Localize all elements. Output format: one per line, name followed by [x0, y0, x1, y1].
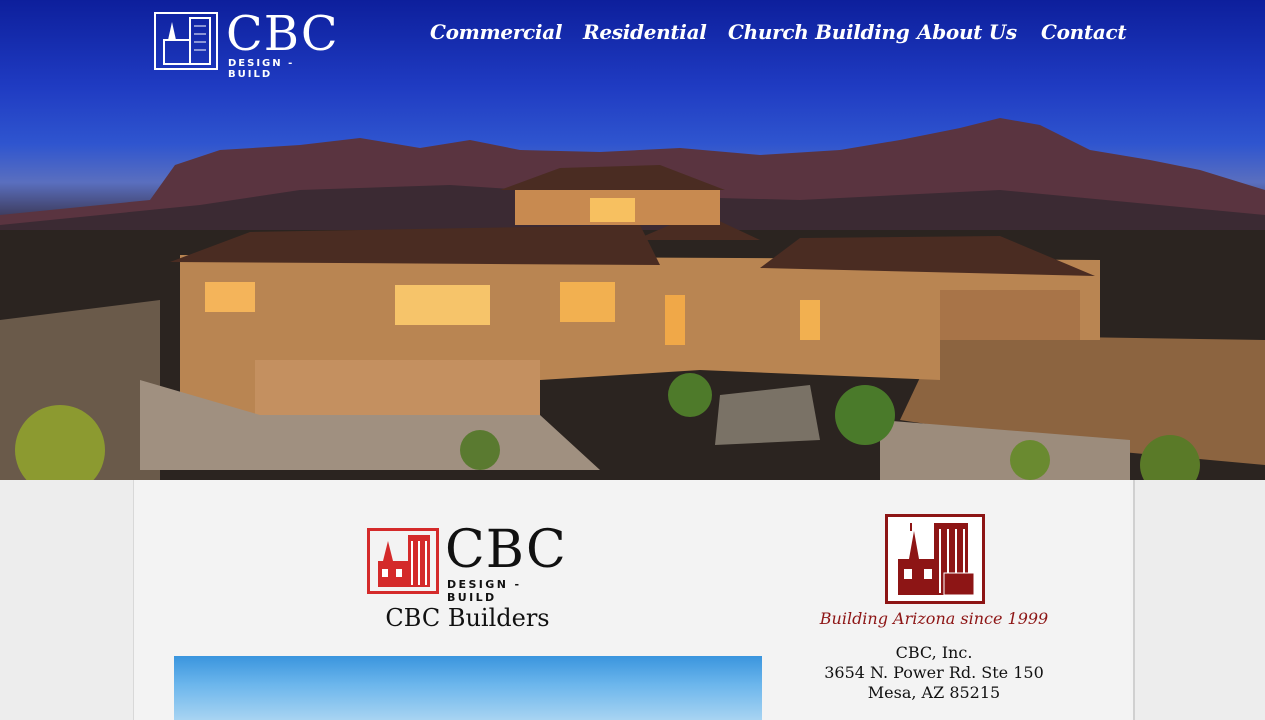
company-address: CBC, Inc. 3654 N. Power Rd. Ste 150 Mesa… [774, 643, 1094, 703]
address-line-city: Mesa, AZ 85215 [867, 683, 1001, 702]
main-logo: CBC DESIGN - BUILD [367, 520, 572, 604]
hero-banner: CBC DESIGN - BUILD Commercial Residentia… [0, 0, 1265, 480]
logo-wordmark: CBC [226, 6, 339, 62]
address-line-company: CBC, Inc. [895, 643, 973, 662]
logo-subtitle: DESIGN - BUILD [228, 58, 295, 80]
nav-commercial[interactable]: Commercial [430, 20, 562, 44]
featured-photo [174, 656, 762, 720]
header-logo[interactable]: CBC DESIGN - BUILD [154, 6, 340, 80]
logo-subtitle: DESIGN - BUILD [447, 578, 522, 604]
address-line-street: 3654 N. Power Rd. Ste 150 [824, 663, 1044, 682]
logo-wordmark: CBC [445, 520, 567, 580]
page-title: CBC Builders [385, 604, 550, 632]
nav-church-building[interactable]: Church Building [728, 20, 910, 44]
building-logo-icon [154, 12, 218, 70]
nav-contact[interactable]: Contact [1041, 20, 1127, 44]
company-tagline: Building Arizona since 1999 [819, 609, 1049, 628]
content-panel: CBC DESIGN - BUILD CBC Builders Building… [133, 480, 1135, 720]
building-emblem-icon [885, 514, 985, 604]
nav-about-us[interactable]: About Us [917, 20, 1017, 44]
building-logo-icon [367, 528, 439, 594]
nav-residential[interactable]: Residential [583, 20, 707, 44]
